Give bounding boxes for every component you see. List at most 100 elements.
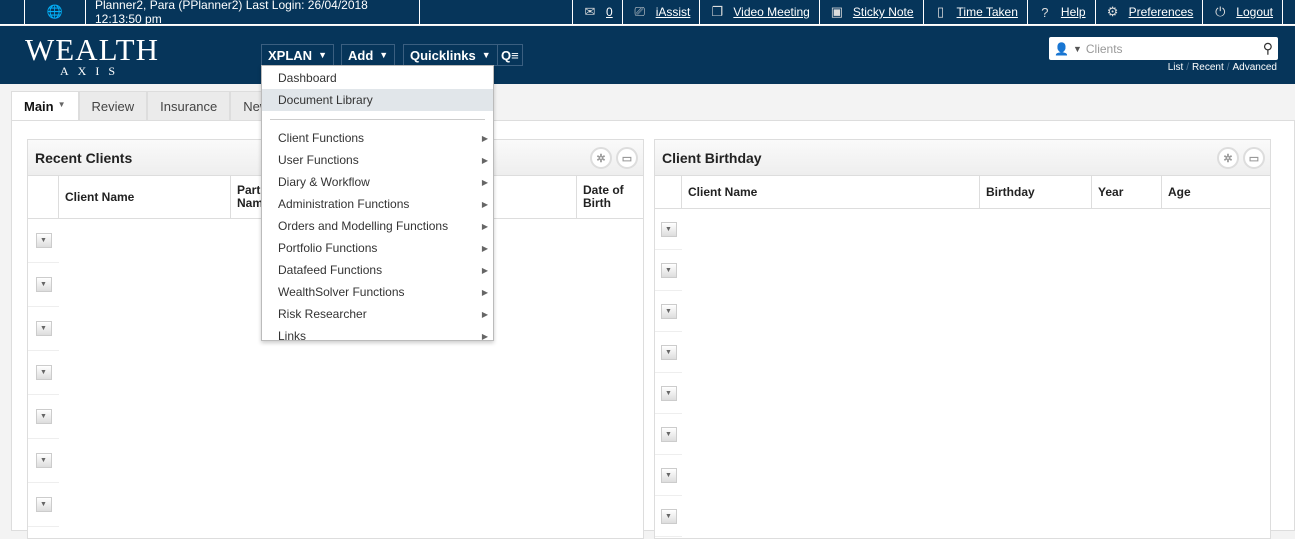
search-list-icon: Q≡	[501, 47, 519, 63]
menu-label: WealthSolver Functions	[278, 285, 405, 299]
time-taken-link[interactable]: Time Taken	[957, 5, 1018, 19]
globe-icon[interactable]: 🌐	[24, 0, 86, 24]
advanced-link[interactable]: Advanced	[1233, 62, 1277, 73]
tab-bar: Main ▼ Review Insurance New	[11, 91, 283, 120]
row-dropdown-icon[interactable]: ▼	[35, 409, 52, 424]
menu-item-risk-researcher[interactable]: Risk Researcher ▶	[262, 303, 493, 325]
row-dropdown-icon[interactable]: ▼	[35, 277, 52, 292]
preferences[interactable]: ⚙ Preferences	[1096, 0, 1204, 24]
table-row: ▼	[655, 414, 682, 455]
panel-title: Recent Clients	[35, 149, 133, 166]
row-dropdown-icon[interactable]: ▼	[660, 508, 677, 524]
menu-label: Administration Functions	[278, 197, 410, 211]
submenu-arrow-icon: ▶	[481, 133, 488, 143]
row-dropdown-icon[interactable]: ▼	[660, 344, 677, 360]
menu-item-orders-modelling[interactable]: Orders and Modelling Functions ▶	[262, 215, 493, 237]
menu-item-wealthsolver-functions[interactable]: WealthSolver Functions ▶	[262, 281, 493, 303]
menu-item-portfolio-functions[interactable]: Portfolio Functions ▶	[262, 237, 493, 259]
preferences-link[interactable]: Preferences	[1129, 5, 1194, 19]
row-dropdown-icon[interactable]: ▼	[660, 221, 677, 237]
table-row: ▼	[28, 351, 59, 395]
quicklinks-menu-button[interactable]: Quicklinks ▼	[403, 44, 498, 66]
messages-count[interactable]: 0	[606, 5, 613, 19]
header-spacer	[655, 176, 682, 208]
menu-item-datafeed-functions[interactable]: Datafeed Functions ▶	[262, 259, 493, 281]
settings-icon[interactable]: ✲	[590, 147, 612, 169]
menu-item-dashboard[interactable]: Dashboard	[262, 67, 493, 89]
logout-link[interactable]: Logout	[1236, 5, 1273, 19]
col-year[interactable]: Year	[1092, 176, 1162, 208]
logo[interactable]: WEALTH AXIS	[25, 34, 159, 79]
menu-item-administration-functions[interactable]: Administration Functions ▶	[262, 193, 493, 215]
row-dropdown-icon[interactable]: ▼	[660, 467, 677, 483]
settings-icon[interactable]: ✲	[1217, 147, 1239, 169]
quicklinks-label: Quicklinks	[410, 47, 476, 63]
time-taken[interactable]: ▯ Time Taken	[924, 0, 1028, 24]
sticky-note-link[interactable]: Sticky Note	[853, 5, 914, 19]
help-link[interactable]: Help	[1061, 5, 1086, 19]
row-dropdown-icon[interactable]: ▼	[660, 426, 677, 442]
list-link[interactable]: List	[1168, 62, 1184, 73]
maximize-icon[interactable]: ▭	[616, 147, 638, 169]
table-row: ▼	[28, 395, 59, 439]
logout[interactable]: ⏻ Logout	[1203, 0, 1283, 24]
table-row: ▼	[28, 219, 59, 263]
row-dropdown-icon[interactable]: ▼	[35, 365, 52, 380]
search-icon[interactable]: ⚲	[1263, 40, 1273, 57]
row-dropdown-icon[interactable]: ▼	[660, 385, 677, 401]
caret-down-icon: ▼	[318, 50, 327, 60]
row-dropdown-icon[interactable]: ▼	[35, 233, 52, 248]
search-links: List / Recent / Advanced	[1167, 62, 1277, 73]
row-dropdown-icon[interactable]: ▼	[35, 453, 52, 468]
menu-label: Diary & Workflow	[278, 175, 370, 189]
col-birthday[interactable]: Birthday	[980, 176, 1092, 208]
logo-wealth: WEALTH	[25, 32, 159, 67]
caret-down-icon[interactable]: ▼	[1073, 44, 1082, 54]
col-date-of-birth[interactable]: Date of Birth	[577, 176, 643, 218]
menu-item-client-functions[interactable]: Client Functions ▶	[262, 127, 493, 149]
messages[interactable]: ✉ 0	[572, 0, 623, 24]
table-row: ▼	[655, 373, 682, 414]
menu-label: Datafeed Functions	[278, 263, 383, 277]
caret-down-icon: ▼	[481, 50, 491, 60]
table-body: ▼ ▼ ▼ ▼ ▼ ▼ ▼ ▼	[655, 209, 1270, 537]
timer-icon: ▯	[936, 4, 945, 19]
menu-item-document-library[interactable]: Document Library	[262, 89, 493, 111]
header-spacer	[28, 176, 59, 218]
row-dropdown-icon[interactable]: ▼	[660, 262, 677, 278]
maximize-icon[interactable]: ▭	[1243, 147, 1265, 169]
table-row: ▼	[655, 209, 682, 250]
submenu-arrow-icon: ▶	[481, 199, 488, 209]
table-row: ▼	[28, 263, 59, 307]
menu-item-user-functions[interactable]: User Functions ▶	[262, 149, 493, 171]
panel-header: Client Birthday ✲ ▭	[655, 140, 1270, 176]
search-input[interactable]: Clients	[1086, 42, 1123, 56]
iassist[interactable]: ⎚ iAssist	[623, 0, 701, 24]
tab-main[interactable]: Main ▼	[11, 91, 79, 120]
video-meeting[interactable]: ❐ Video Meeting	[700, 0, 820, 24]
submenu-arrow-icon: ▶	[481, 331, 488, 341]
recent-link[interactable]: Recent	[1192, 62, 1224, 73]
add-menu-button[interactable]: Add ▼	[341, 44, 396, 66]
col-client-name[interactable]: Client Name	[59, 176, 231, 218]
sticky-note[interactable]: ▣ Sticky Note	[820, 0, 924, 24]
person-icon[interactable]: 👤	[1054, 42, 1069, 56]
help[interactable]: ? Help	[1028, 0, 1096, 24]
col-client-name[interactable]: Client Name	[682, 176, 980, 208]
search-list-button[interactable]: Q≡	[497, 44, 523, 66]
video-icon: ❐	[711, 4, 724, 19]
row-dropdown-icon[interactable]: ▼	[35, 321, 52, 336]
video-meeting-link[interactable]: Video Meeting	[733, 5, 810, 19]
client-search[interactable]: 👤 ▼ Clients ⚲	[1049, 37, 1278, 60]
row-dropdown-icon[interactable]: ▼	[35, 497, 52, 512]
col-age[interactable]: Age	[1162, 176, 1197, 208]
menu-item-diary-workflow[interactable]: Diary & Workflow ▶	[262, 171, 493, 193]
xplan-menu-button[interactable]: XPLAN ▼	[261, 44, 334, 66]
tab-review[interactable]: Review	[78, 91, 148, 120]
row-dropdown-icon[interactable]: ▼	[660, 303, 677, 319]
submenu-arrow-icon: ▶	[481, 287, 488, 297]
menu-label: Risk Researcher	[278, 307, 367, 321]
menu-item-links[interactable]: Links ▶	[262, 325, 493, 347]
iassist-link[interactable]: iAssist	[656, 5, 691, 19]
tab-insurance[interactable]: Insurance	[147, 91, 231, 120]
